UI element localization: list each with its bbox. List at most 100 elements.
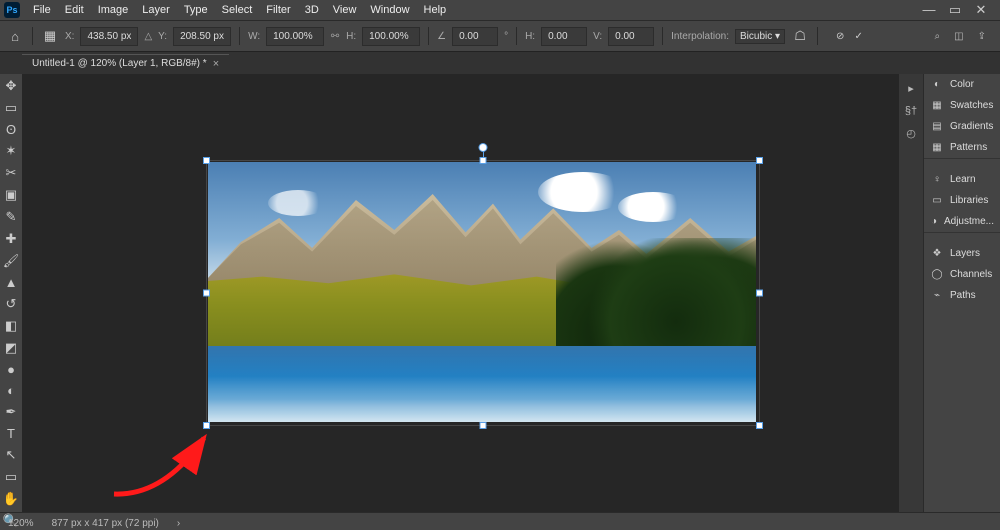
canvas[interactable] bbox=[22, 74, 899, 512]
x-input[interactable] bbox=[85, 30, 133, 43]
path-tool-icon[interactable]: ↖ bbox=[2, 447, 20, 463]
color-icon: ◐ bbox=[930, 79, 944, 90]
panel-channels[interactable]: ◯Channels bbox=[924, 264, 1000, 285]
history-brush-tool-icon[interactable]: ↺ bbox=[2, 296, 20, 312]
interpolation-select[interactable]: Bicubic ▾ bbox=[735, 29, 785, 44]
panel-adjustments-icon[interactable]: ◴ bbox=[906, 127, 916, 140]
pen-tool-icon[interactable]: ✒ bbox=[2, 404, 20, 420]
menu-select[interactable]: Select bbox=[215, 2, 260, 18]
menu-layer[interactable]: Layer bbox=[135, 2, 177, 18]
menu-edit[interactable]: Edit bbox=[58, 2, 91, 18]
handle-tr[interactable] bbox=[756, 157, 763, 164]
share-icon[interactable]: ⇪ bbox=[978, 31, 986, 42]
angle-input[interactable] bbox=[457, 30, 493, 43]
learn-icon: ♀ bbox=[930, 174, 944, 185]
skew-h-field[interactable] bbox=[541, 27, 587, 46]
panel-layers[interactable]: ❖Layers bbox=[924, 243, 1000, 264]
dodge-tool-icon[interactable]: ◐ bbox=[2, 383, 20, 398]
status-chevron-icon[interactable]: › bbox=[177, 518, 180, 529]
w-label: W: bbox=[248, 31, 260, 42]
quick-select-tool-icon[interactable]: ✶ bbox=[2, 143, 20, 159]
h-field[interactable] bbox=[362, 27, 420, 46]
blur-tool-icon[interactable]: ● bbox=[2, 362, 20, 377]
triangle-icon[interactable]: △ bbox=[144, 31, 152, 42]
menu-view[interactable]: View bbox=[326, 2, 364, 18]
close-tab-icon[interactable]: × bbox=[213, 58, 219, 70]
panel-libraries[interactable]: ▭Libraries bbox=[924, 190, 1000, 211]
menu-window[interactable]: Window bbox=[363, 2, 416, 18]
skew-h-input[interactable] bbox=[546, 30, 582, 43]
eyedropper-tool-icon[interactable]: ✎ bbox=[2, 209, 20, 225]
marquee-tool-icon[interactable]: ▭ bbox=[2, 100, 20, 116]
crop-tool-icon[interactable]: ✂ bbox=[2, 165, 20, 181]
gradient-tool-icon[interactable]: ◩ bbox=[2, 340, 20, 356]
brush-tool-icon[interactable]: 🖌 bbox=[2, 253, 20, 269]
menu-3d[interactable]: 3D bbox=[298, 2, 326, 18]
w-input[interactable] bbox=[271, 30, 319, 43]
panel-adjustments[interactable]: ◑Adjustme... bbox=[924, 211, 1000, 232]
minimize-button[interactable]: — bbox=[922, 2, 936, 18]
handle-br[interactable] bbox=[756, 422, 763, 429]
home-icon[interactable]: ⌂ bbox=[6, 27, 24, 45]
menu-help[interactable]: Help bbox=[417, 2, 454, 18]
handle-bc[interactable] bbox=[480, 422, 487, 429]
warp-icon[interactable]: ☖ bbox=[791, 27, 809, 45]
skew-v-field[interactable] bbox=[608, 27, 654, 46]
handle-mr[interactable] bbox=[756, 290, 763, 297]
collapsed-panel-strip: ▸ §† ◴ bbox=[899, 74, 923, 512]
frame-tool-icon[interactable]: ▣ bbox=[2, 187, 20, 203]
menu-image[interactable]: Image bbox=[91, 2, 136, 18]
paths-icon: ⌁ bbox=[930, 290, 944, 301]
panel-color[interactable]: ◐Color bbox=[924, 74, 1000, 95]
document-info[interactable]: 877 px x 417 px (72 ppi) bbox=[52, 518, 159, 529]
rotate-handle[interactable] bbox=[479, 143, 488, 152]
handle-ml[interactable] bbox=[203, 290, 210, 297]
h-input[interactable] bbox=[367, 30, 415, 43]
handle-tc[interactable] bbox=[480, 157, 487, 164]
hand-tool-icon[interactable]: ✋ bbox=[2, 491, 20, 507]
angle-field[interactable] bbox=[452, 27, 498, 46]
reference-point-icon[interactable]: ▦ bbox=[41, 27, 59, 45]
link-wh-icon[interactable]: ⚯ bbox=[330, 28, 340, 44]
cancel-transform-icon[interactable]: ⊘ bbox=[836, 31, 844, 42]
zoom-level[interactable]: 120% bbox=[8, 518, 34, 529]
menu-filter[interactable]: Filter bbox=[259, 2, 297, 18]
panel-swatches[interactable]: ▦Swatches bbox=[924, 95, 1000, 116]
panel-properties-icon[interactable]: §† bbox=[905, 105, 917, 117]
w-field[interactable] bbox=[266, 27, 324, 46]
panel-collapse-icon[interactable]: ▸ bbox=[908, 82, 914, 95]
search-icon[interactable]: ⌕ bbox=[935, 31, 941, 42]
menu-file[interactable]: File bbox=[26, 2, 58, 18]
options-bar: ⌂ ▦ X: △ Y: W: ⚯ H: ∠ ° H: V: Interpolat… bbox=[0, 20, 1000, 52]
shape-tool-icon[interactable]: ▭ bbox=[2, 469, 20, 485]
libraries-icon: ▭ bbox=[930, 195, 944, 206]
move-tool-icon[interactable]: ✥ bbox=[2, 78, 20, 94]
x-field[interactable] bbox=[80, 27, 138, 46]
panel-patterns[interactable]: ▦Patterns bbox=[924, 137, 1000, 158]
panel-learn[interactable]: ♀Learn bbox=[924, 169, 1000, 190]
swatches-icon: ▦ bbox=[930, 100, 944, 111]
patterns-icon: ▦ bbox=[930, 142, 944, 153]
commit-transform-icon[interactable]: ✓ bbox=[854, 31, 862, 42]
y-label: Y: bbox=[158, 31, 167, 42]
channels-icon: ◯ bbox=[930, 269, 944, 280]
transform-bounding-box[interactable] bbox=[206, 160, 760, 426]
workspace-icon[interactable]: ◫ bbox=[954, 31, 963, 42]
close-button[interactable]: ✕ bbox=[974, 2, 988, 18]
y-field[interactable] bbox=[173, 27, 231, 46]
eraser-tool-icon[interactable]: ◧ bbox=[2, 318, 20, 334]
document-tab[interactable]: Untitled-1 @ 120% (Layer 1, RGB/8#) * × bbox=[22, 54, 229, 73]
menu-type[interactable]: Type bbox=[177, 2, 215, 18]
lasso-tool-icon[interactable]: ʘ bbox=[2, 122, 20, 137]
stamp-tool-icon[interactable]: ▲ bbox=[2, 275, 20, 290]
panel-gradients[interactable]: ▤Gradients bbox=[924, 116, 1000, 137]
document-tab-bar: Untitled-1 @ 120% (Layer 1, RGB/8#) * × bbox=[0, 52, 1000, 74]
handle-tl[interactable] bbox=[203, 157, 210, 164]
panel-paths[interactable]: ⌁Paths bbox=[924, 285, 1000, 306]
restore-button[interactable]: ▭ bbox=[948, 2, 962, 18]
healing-tool-icon[interactable]: ✚ bbox=[2, 231, 20, 247]
type-tool-icon[interactable]: T bbox=[2, 426, 20, 441]
skew-v-input[interactable] bbox=[613, 30, 649, 43]
handle-bl[interactable] bbox=[203, 422, 210, 429]
y-input[interactable] bbox=[178, 30, 226, 43]
